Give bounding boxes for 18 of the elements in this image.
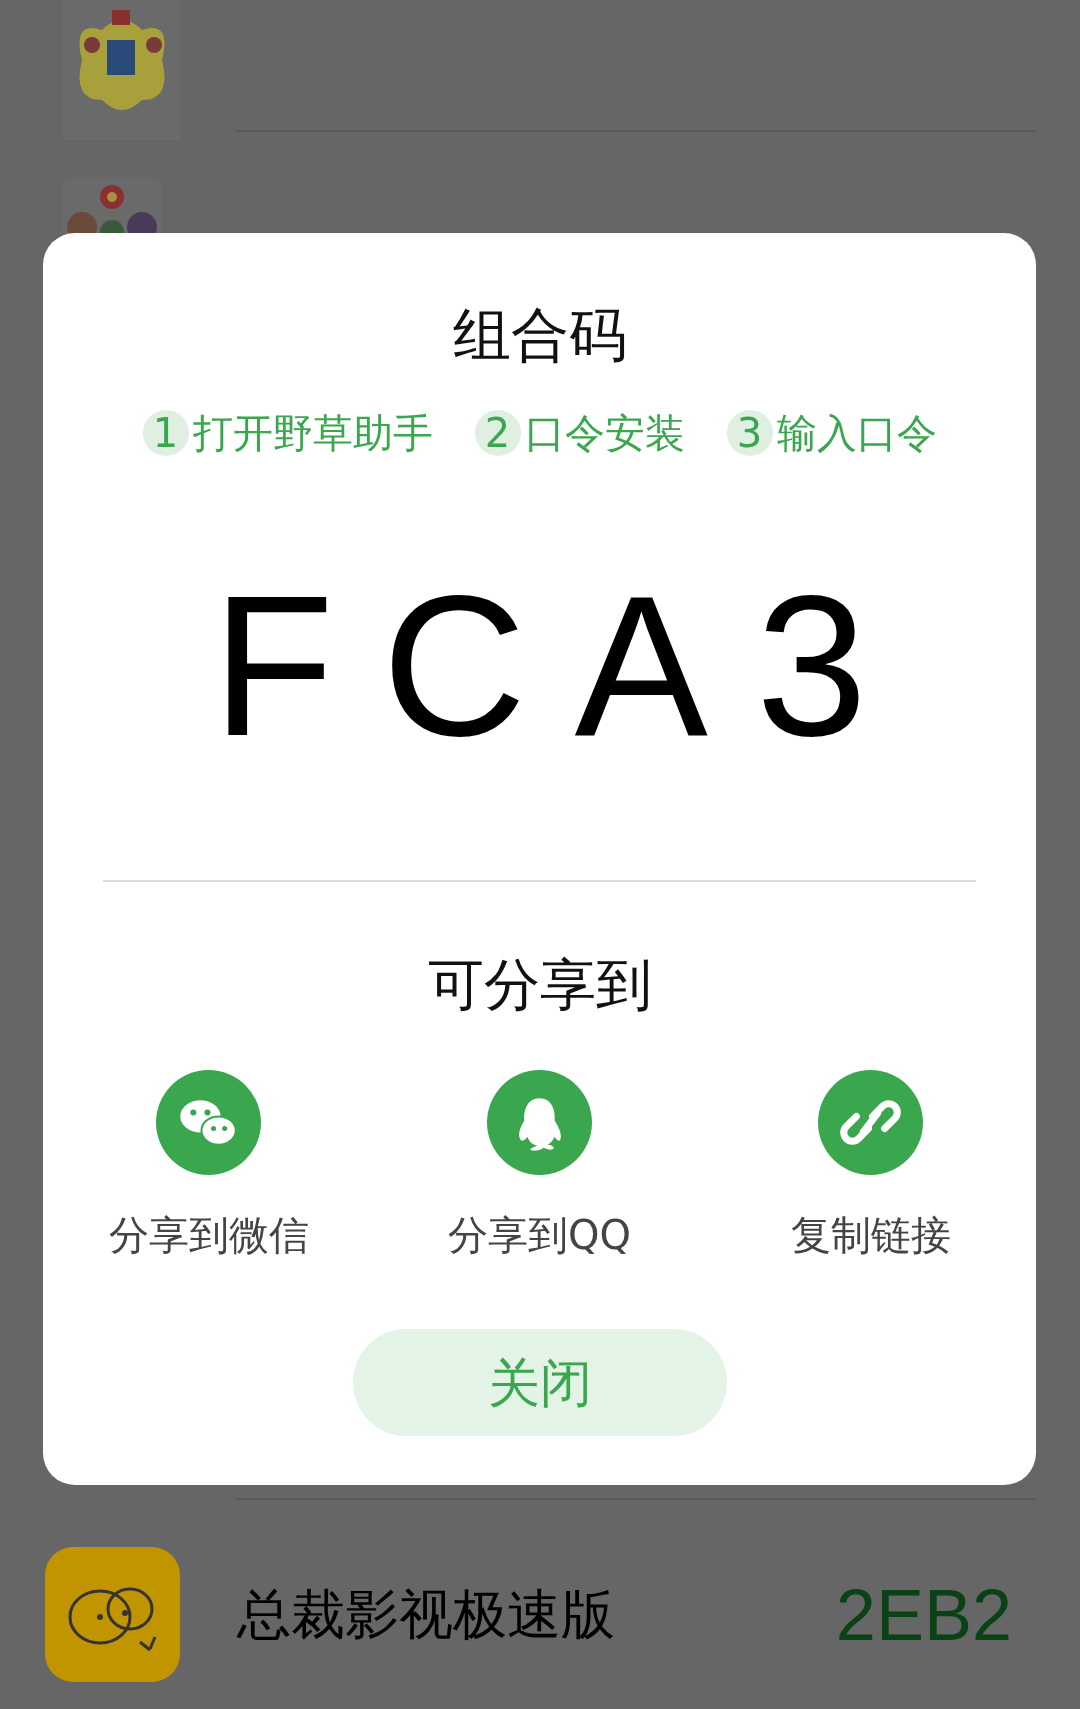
app-code: 2EB2 xyxy=(835,1573,1012,1657)
share-label[interactable]: 分享到微信 xyxy=(108,1205,309,1265)
app-name: 总裁影视极速版 xyxy=(237,1582,615,1648)
share-title: 可分享到 xyxy=(427,951,652,1019)
app-icon xyxy=(45,1547,180,1682)
code-text: FCA3 xyxy=(210,553,916,779)
step-label: 口令安装 xyxy=(524,409,685,458)
step-number: 1 xyxy=(142,410,189,456)
share-label[interactable]: 复制链接 xyxy=(790,1205,951,1265)
link-icon[interactable] xyxy=(818,1070,923,1175)
wechat-icon[interactable] xyxy=(156,1070,261,1175)
step-label: 输入口令 xyxy=(776,409,937,458)
step-number: 2 xyxy=(474,410,521,456)
step-number: 3 xyxy=(726,410,773,456)
penguin-icon[interactable] xyxy=(487,1070,592,1175)
dialog-title: 组合码 xyxy=(452,300,627,371)
step-label: 打开野草助手 xyxy=(192,409,433,458)
share-label[interactable]: 分享到QQ xyxy=(448,1205,631,1265)
